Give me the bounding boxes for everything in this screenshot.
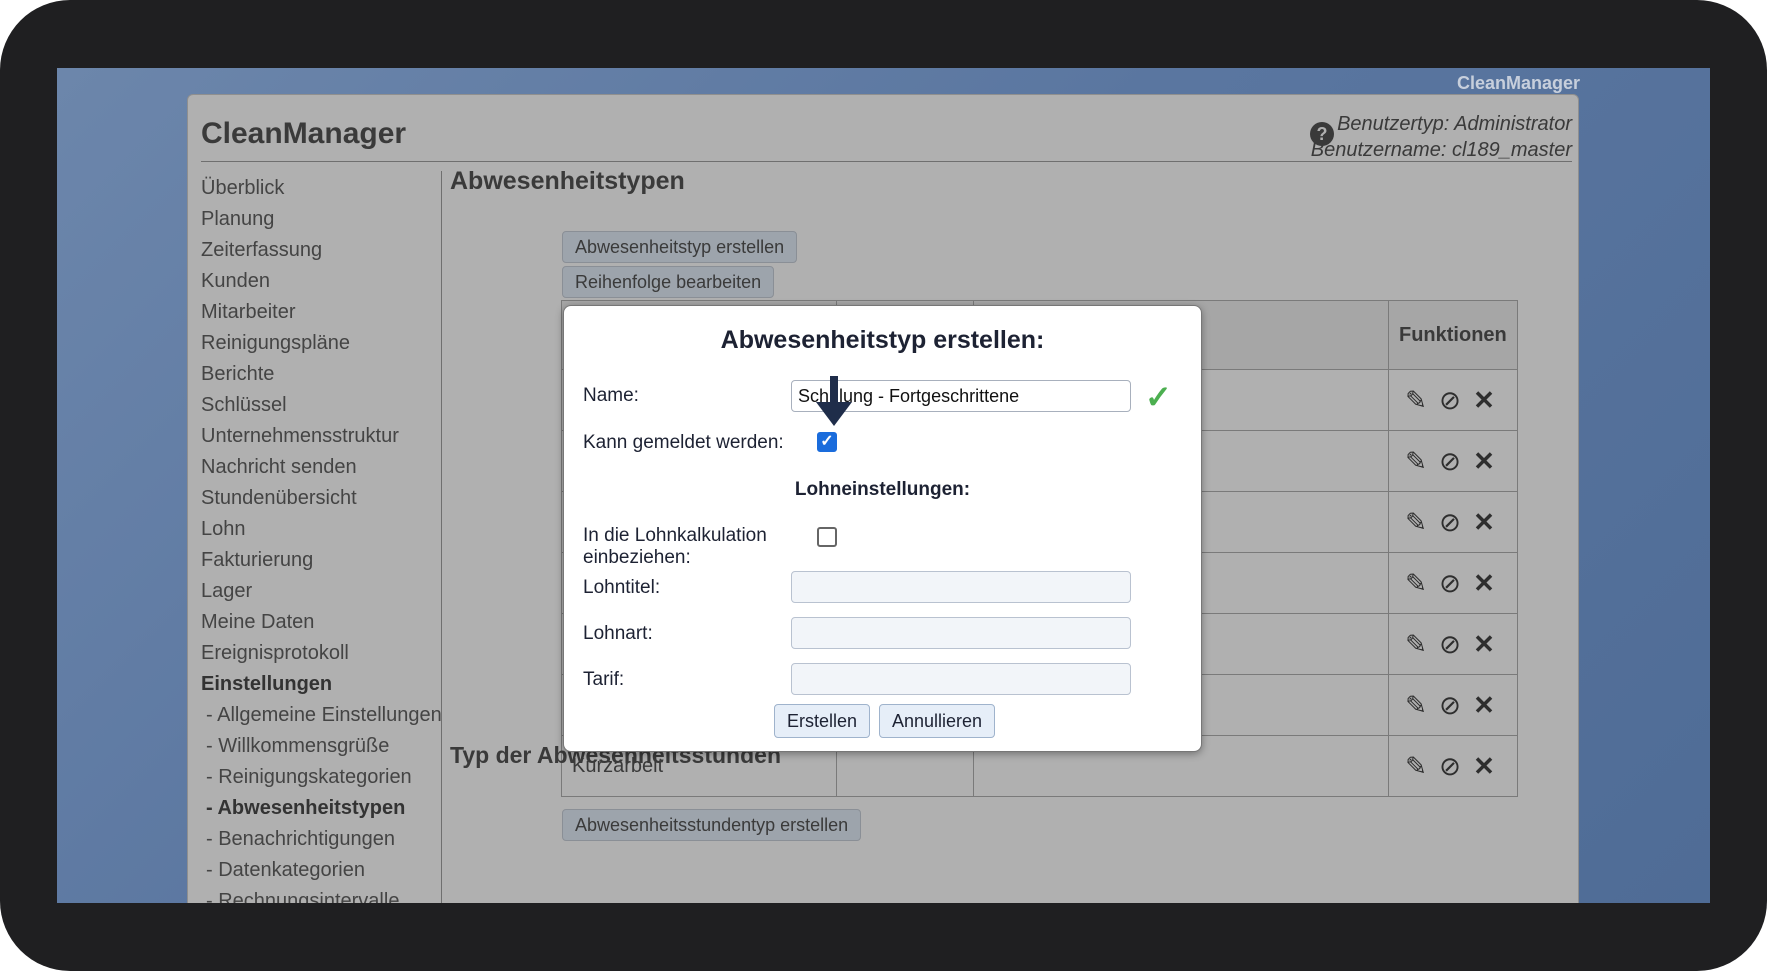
create-absence-type-button[interactable]: Abwesenheitstyp erstellen: [562, 231, 798, 263]
sidebar-item-stundenuebersicht[interactable]: Stundenübersicht: [201, 483, 441, 514]
edit-icon[interactable]: ✎: [1399, 385, 1433, 416]
sidebar-item-meine-daten[interactable]: Meine Daten: [201, 607, 441, 638]
delete-icon[interactable]: ✕: [1467, 385, 1501, 416]
hide-icon[interactable]: ⊘: [1433, 751, 1467, 782]
sidebar-divider: [441, 171, 442, 903]
sidebar-item-schluessel[interactable]: Schlüssel: [201, 390, 441, 421]
sidebar-subitem-willkommensgruesse[interactable]: - Willkommensgrüße: [201, 731, 441, 762]
name-label: Name:: [583, 385, 639, 406]
row-functions: ✎ ⊘ ✕: [1388, 552, 1518, 614]
table-header-funktionen: Funktionen: [1388, 300, 1518, 370]
sidebar: Überblick Planung Zeiterfassung Kunden M…: [201, 173, 442, 903]
sidebar-item-berichte[interactable]: Berichte: [201, 359, 441, 390]
sidebar-subitem-allgemeine-einstellungen[interactable]: - Allgemeine Einstellungen: [201, 700, 442, 731]
sidebar-item-zeiterfassung[interactable]: Zeiterfassung: [201, 235, 441, 266]
reportable-label: Kann gemeldet werden:: [583, 432, 784, 453]
device-frame: CleanManager CleanManager ? Benutzertyp:…: [0, 0, 1767, 971]
row-functions: ✎ ⊘ ✕: [1388, 674, 1518, 736]
hide-icon[interactable]: ⊘: [1433, 385, 1467, 416]
wage-calc-label: In die Lohnkalkulation einbeziehen:: [583, 525, 767, 569]
delete-icon[interactable]: ✕: [1467, 690, 1501, 721]
wage-calc-label-line1: In die Lohnkalkulation: [583, 525, 767, 546]
wage-title-input[interactable]: [791, 571, 1131, 603]
sidebar-item-ueberblick[interactable]: Überblick: [201, 173, 441, 204]
sidebar-item-reinigungsplaene[interactable]: Reinigungspläne: [201, 328, 441, 359]
reportable-checkbox[interactable]: ✓: [817, 432, 837, 452]
edit-icon[interactable]: ✎: [1399, 446, 1433, 477]
sidebar-item-mitarbeiter[interactable]: Mitarbeiter: [201, 297, 441, 328]
edit-icon[interactable]: ✎: [1399, 507, 1433, 538]
hide-icon[interactable]: ⊘: [1433, 507, 1467, 538]
edit-icon[interactable]: ✎: [1399, 751, 1433, 782]
hide-icon[interactable]: ⊘: [1433, 629, 1467, 660]
sidebar-item-kunden[interactable]: Kunden: [201, 266, 441, 297]
wage-title-label: Lohntitel:: [583, 577, 661, 598]
edit-icon[interactable]: ✎: [1399, 568, 1433, 599]
sidebar-item-ereignisprotokoll[interactable]: Ereignisprotokoll: [201, 638, 441, 669]
valid-checkmark-icon: ✓: [1145, 379, 1172, 415]
user-type: Benutzertyp: Administrator: [1337, 113, 1572, 135]
app-title: CleanManager: [201, 117, 407, 150]
sidebar-item-unternehmensstruktur[interactable]: Unternehmensstruktur: [201, 421, 441, 452]
wage-settings-heading: Lohneinstellungen:: [794, 479, 971, 500]
edit-icon[interactable]: ✎: [1399, 690, 1433, 721]
row-functions: ✎ ⊘ ✕: [1388, 369, 1518, 431]
wage-calc-label-line2: einbeziehen:: [583, 547, 691, 568]
delete-icon[interactable]: ✕: [1467, 568, 1501, 599]
row-functions: ✎ ⊘ ✕: [1388, 430, 1518, 492]
delete-icon[interactable]: ✕: [1467, 507, 1501, 538]
sidebar-item-lohn[interactable]: Lohn: [201, 514, 441, 545]
sidebar-subitem-datenkategorien[interactable]: - Datenkategorien: [201, 855, 441, 886]
hide-icon[interactable]: ⊘: [1433, 690, 1467, 721]
dialog-title: Abwesenheitstyp erstellen:: [720, 326, 1045, 354]
cancel-button[interactable]: Annullieren: [879, 704, 996, 738]
wage-type-input[interactable]: [791, 617, 1131, 649]
row-functions: ✎ ⊘ ✕: [1388, 613, 1518, 675]
wage-type-label: Lohnart:: [583, 623, 653, 644]
hide-icon[interactable]: ⊘: [1433, 446, 1467, 477]
sidebar-item-fakturierung[interactable]: Fakturierung: [201, 545, 441, 576]
delete-icon[interactable]: ✕: [1467, 751, 1501, 782]
sidebar-subitem-benachrichtigungen[interactable]: - Benachrichtigungen: [201, 824, 441, 855]
sidebar-item-einstellungen[interactable]: Einstellungen: [201, 669, 441, 700]
header-divider: [201, 161, 1572, 162]
edit-order-button[interactable]: Reihenfolge bearbeiten: [562, 266, 775, 298]
row-functions: ✎ ⊘ ✕: [1388, 491, 1518, 553]
edit-icon[interactable]: ✎: [1399, 629, 1433, 660]
page-title: Abwesenheitstypen: [450, 167, 685, 195]
hide-icon[interactable]: ⊘: [1433, 568, 1467, 599]
sidebar-subitem-rechnungsintervalle[interactable]: - Rechnungsintervalle: [201, 886, 441, 903]
create-absence-hours-type-button[interactable]: Abwesenheitsstundentyp erstellen: [562, 809, 862, 841]
wage-calc-checkbox[interactable]: [817, 527, 837, 547]
pointer-arrow-icon: [816, 376, 852, 426]
delete-icon[interactable]: ✕: [1467, 446, 1501, 477]
brand-corner: CleanManager: [1456, 73, 1580, 93]
sidebar-item-nachricht-senden[interactable]: Nachricht senden: [201, 452, 441, 483]
create-button[interactable]: Erstellen: [774, 704, 871, 738]
tariff-input[interactable]: [791, 663, 1131, 695]
sidebar-subitem-reinigungskategorien[interactable]: - Reinigungskategorien: [201, 762, 441, 793]
tariff-label: Tarif:: [583, 669, 625, 690]
delete-icon[interactable]: ✕: [1467, 629, 1501, 660]
user-info: Benutzertyp: Administrator Benutzername:…: [1311, 111, 1572, 163]
user-name: Benutzername: cl189_master: [1310, 139, 1572, 161]
sidebar-item-planung[interactable]: Planung: [201, 204, 441, 235]
create-absence-type-dialog: Abwesenheitstyp erstellen: Name: ✓ Kann …: [563, 305, 1202, 752]
sidebar-item-lager[interactable]: Lager: [201, 576, 441, 607]
sidebar-subitem-abwesenheitstypen[interactable]: - Abwesenheitstypen: [201, 793, 441, 824]
row-functions: ✎ ⊘ ✕: [1388, 735, 1518, 797]
